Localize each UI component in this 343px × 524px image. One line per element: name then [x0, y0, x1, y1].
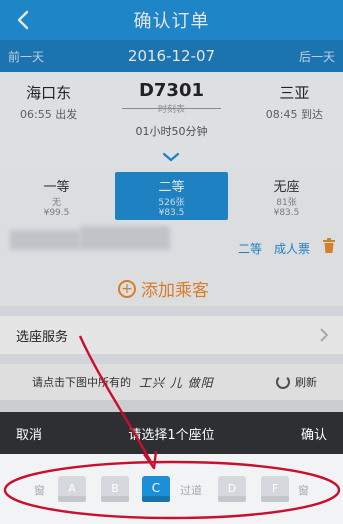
seat-map: 窗 A B C 过道 D F 窗	[0, 454, 343, 524]
window-left-label: 窗	[34, 484, 45, 497]
seat-f[interactable]: F	[258, 474, 292, 504]
cancel-button[interactable]: 取消	[16, 424, 42, 443]
seat-letter: D	[228, 482, 236, 495]
seat-picker-prompt: 请选择1个座位	[128, 427, 215, 443]
seat-c[interactable]: C	[139, 474, 173, 504]
seat-picker-toolbar: 取消 请选择1个座位 确认	[0, 412, 343, 454]
seat-letter: B	[111, 482, 119, 495]
aisle-label: 过道	[180, 484, 202, 497]
seat-d[interactable]: D	[215, 474, 249, 504]
confirm-button[interactable]: 确认	[301, 424, 327, 443]
seat-letter: A	[68, 482, 76, 495]
seat-a[interactable]: A	[55, 474, 89, 504]
window-right-label: 窗	[298, 484, 309, 497]
seat-letter: C	[152, 481, 160, 495]
seat-letter: F	[272, 482, 278, 495]
dim-overlay[interactable]	[0, 0, 343, 412]
seat-b[interactable]: B	[98, 474, 132, 504]
